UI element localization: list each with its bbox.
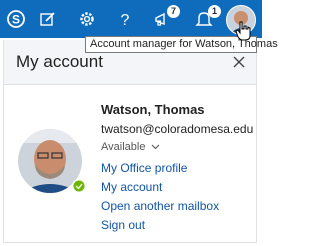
panel-title: My account (16, 52, 103, 71)
gear-icon[interactable] (76, 8, 98, 30)
chevron-down-icon (151, 144, 159, 150)
account-panel: My account Watson, Thomas twatson@colora… (3, 40, 257, 243)
top-bar: S ? 7 1 (0, 0, 262, 38)
bell-icon[interactable]: 1 (193, 5, 221, 30)
my-account-link[interactable]: My account (101, 180, 162, 194)
skype-icon[interactable]: S (5, 8, 27, 30)
account-tooltip: Account manager for Watson, Thomas (85, 36, 278, 53)
svg-text:?: ? (121, 12, 130, 28)
my-office-profile-link[interactable]: My Office profile (101, 161, 187, 175)
megaphone-badge: 7 (167, 5, 180, 18)
presence-status-dropdown[interactable]: Available (101, 141, 160, 153)
megaphone-icon[interactable]: 7 (152, 5, 180, 30)
sign-out-link[interactable]: Sign out (101, 218, 145, 232)
open-another-mailbox-link[interactable]: Open another mailbox (101, 199, 219, 213)
account-name: Watson, Thomas (101, 102, 205, 117)
bell-badge: 1 (208, 5, 221, 18)
account-email: twatson@coloradomesa.edu (101, 122, 254, 136)
close-icon[interactable] (233, 56, 245, 68)
help-icon[interactable]: ? (114, 8, 136, 30)
hand-cursor-icon (235, 21, 251, 41)
profile-avatar[interactable] (18, 129, 86, 197)
svg-text:S: S (12, 13, 20, 27)
edit-icon[interactable] (37, 8, 59, 30)
presence-available-icon (73, 180, 85, 192)
presence-status-label: Available (101, 141, 146, 153)
